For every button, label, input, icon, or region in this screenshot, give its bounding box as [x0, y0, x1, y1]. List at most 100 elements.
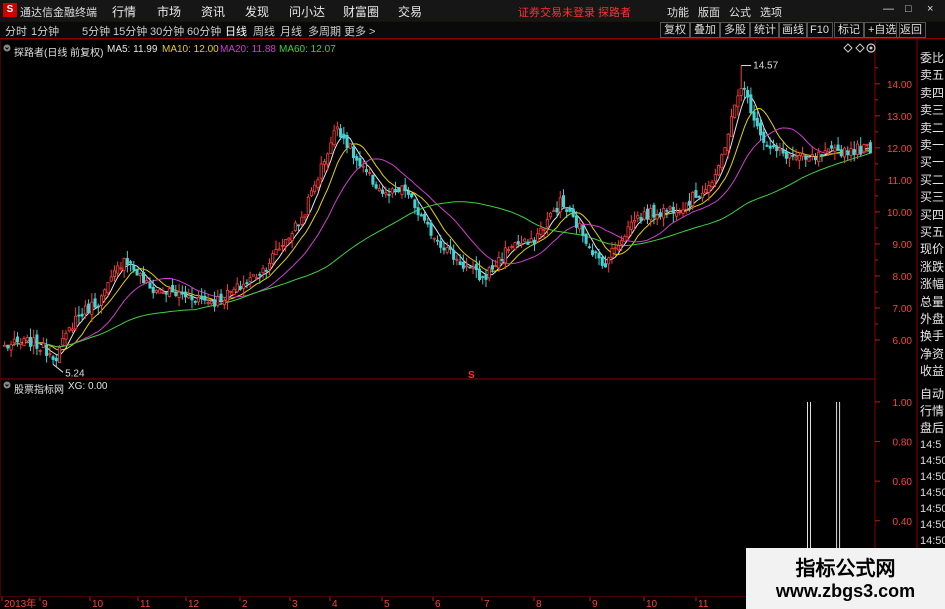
candle	[196, 291, 200, 306]
candle	[293, 220, 297, 233]
candle	[6, 344, 10, 352]
side-label: 总量	[920, 294, 945, 309]
price-tick-label: 6.00	[893, 336, 913, 347]
candle	[313, 180, 317, 195]
side-label: 卖四	[920, 85, 945, 100]
candle	[390, 186, 394, 198]
candle	[532, 237, 536, 252]
candle	[335, 121, 339, 137]
candle	[671, 201, 675, 223]
candle	[387, 187, 391, 204]
candle	[51, 354, 55, 365]
candle	[32, 329, 36, 355]
candle	[746, 86, 750, 104]
candle	[642, 206, 646, 222]
candle	[729, 108, 734, 137]
ma60-value: MA60: 12.07	[279, 44, 336, 55]
candle	[839, 145, 843, 158]
candle	[755, 111, 759, 130]
candle	[193, 299, 197, 306]
candle	[225, 284, 230, 310]
candle	[452, 244, 456, 265]
price-tick-label: 8.00	[893, 272, 913, 283]
candle	[717, 164, 721, 177]
candle	[54, 354, 58, 367]
candle	[587, 243, 591, 249]
candle	[28, 328, 32, 352]
candle	[277, 242, 281, 251]
candle	[158, 288, 162, 294]
candle	[245, 279, 249, 289]
candle	[248, 271, 252, 288]
candle	[859, 137, 863, 157]
price-annotation: 14.57	[741, 61, 779, 72]
signal-marker: S	[468, 370, 475, 381]
candle	[623, 234, 627, 242]
candle	[823, 142, 827, 154]
candle	[19, 337, 23, 350]
diamond-icon[interactable]	[855, 43, 865, 53]
diamond-icon[interactable]	[843, 43, 853, 53]
candle	[681, 202, 685, 218]
side-tab[interactable]: 盘后	[920, 420, 945, 436]
side-label: 净资	[920, 346, 945, 361]
candle	[77, 306, 81, 324]
candle	[568, 205, 572, 213]
candle	[222, 298, 226, 310]
candle	[529, 230, 533, 244]
candle	[542, 227, 546, 239]
chart-canvas[interactable]: 14.57 5.24 S 14.00 13.00 12.00 11.00 10.00 9.00…	[0, 0, 945, 609]
candle	[345, 131, 349, 154]
candle	[723, 147, 727, 155]
price-tick-label: 10.00	[887, 208, 912, 219]
side-tab[interactable]: 行情	[920, 403, 945, 419]
candle	[749, 87, 753, 115]
candle	[487, 265, 491, 282]
candle	[164, 292, 168, 303]
ma10-line	[4, 107, 871, 351]
trade-time: 14:50	[920, 519, 945, 531]
side-label: 委比	[920, 51, 945, 65]
candle	[109, 269, 113, 283]
candle	[636, 211, 640, 223]
candle	[177, 283, 181, 307]
candle	[726, 132, 730, 159]
settings-icon[interactable]	[3, 44, 11, 52]
candle	[830, 140, 834, 152]
side-label: 收益	[920, 364, 945, 379]
side-label: 买二	[920, 172, 945, 187]
time-tick-label: 11	[140, 599, 151, 609]
candle	[846, 146, 850, 160]
price-tick-label: 13.00	[887, 112, 912, 123]
candle	[203, 290, 207, 305]
candle	[397, 187, 401, 194]
candle	[603, 255, 608, 268]
indicator-name: 股票指标网	[14, 385, 64, 396]
candle	[720, 153, 724, 171]
indicator-settings-icon[interactable]	[3, 381, 11, 389]
candle	[645, 204, 650, 225]
time-tick-label: 12	[188, 599, 200, 609]
stock-name: 探路者(日线 前复权)	[14, 48, 104, 59]
settings-icon[interactable]	[866, 43, 876, 53]
candle	[70, 322, 74, 334]
candle	[38, 349, 42, 356]
candle	[361, 160, 365, 173]
moving-average-lines	[4, 94, 871, 356]
side-tab[interactable]: 自动	[920, 386, 945, 402]
time-axis: 2013年910111223456789101112	[0, 597, 875, 609]
candle	[578, 219, 582, 233]
candle	[807, 156, 811, 162]
side-label: 买五	[920, 225, 945, 239]
candle	[836, 136, 840, 151]
candle	[403, 177, 407, 198]
candle	[558, 191, 562, 219]
candle	[597, 248, 601, 266]
candle	[45, 338, 49, 363]
side-label: 换手	[920, 329, 945, 344]
candle	[461, 254, 465, 272]
candle	[419, 212, 423, 217]
ma10-value: MA10: 12.00	[162, 44, 219, 55]
candle	[775, 142, 779, 158]
candle	[778, 142, 782, 157]
